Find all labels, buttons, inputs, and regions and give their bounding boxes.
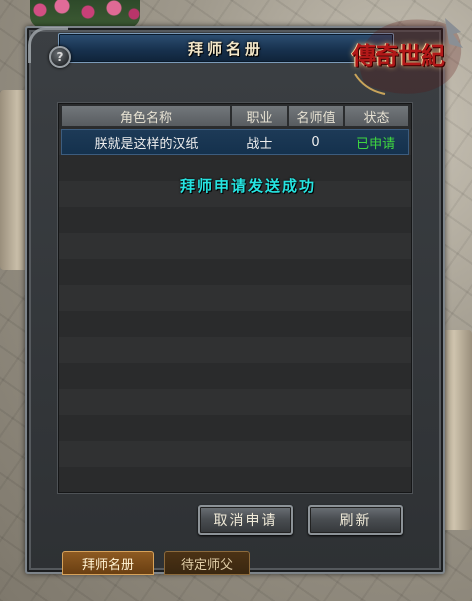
cell-mentor-value: 0 <box>311 134 320 150</box>
tab-pending-mentor[interactable]: 待定师父 <box>164 551 250 575</box>
mentor-table <box>57 102 413 494</box>
success-message: 拜师申请发送成功 <box>180 177 317 195</box>
window-title-bar: 拜师名册 <box>58 33 394 63</box>
refresh-button[interactable]: 刷新 <box>308 505 403 535</box>
table-header: 角色名称 职业 名师值 状态 <box>61 105 409 127</box>
column-header-class[interactable]: 职业 <box>231 105 288 127</box>
table-row[interactable]: 朕就是这样的汉纸 战士 0 已申请 <box>61 129 409 155</box>
window-title: 拜师名册 <box>187 39 264 58</box>
cancel-application-button[interactable]: 取消申请 <box>198 505 293 535</box>
cell-class: 战士 <box>246 136 273 152</box>
column-header-mentor-value[interactable]: 名师值 <box>288 105 344 127</box>
cell-status: 已申请 <box>356 136 396 152</box>
column-header-status[interactable]: 状态 <box>344 105 409 127</box>
background-flowers <box>30 0 140 28</box>
help-icon[interactable]: ? <box>49 46 71 68</box>
tab-mentor-list[interactable]: 拜师名册 <box>62 551 154 575</box>
cell-role-name: 朕就是这样的汉纸 <box>94 136 199 152</box>
game-logo-text: 傳奇世紀 <box>352 41 445 70</box>
column-header-role-name[interactable]: 角色名称 <box>61 105 231 127</box>
